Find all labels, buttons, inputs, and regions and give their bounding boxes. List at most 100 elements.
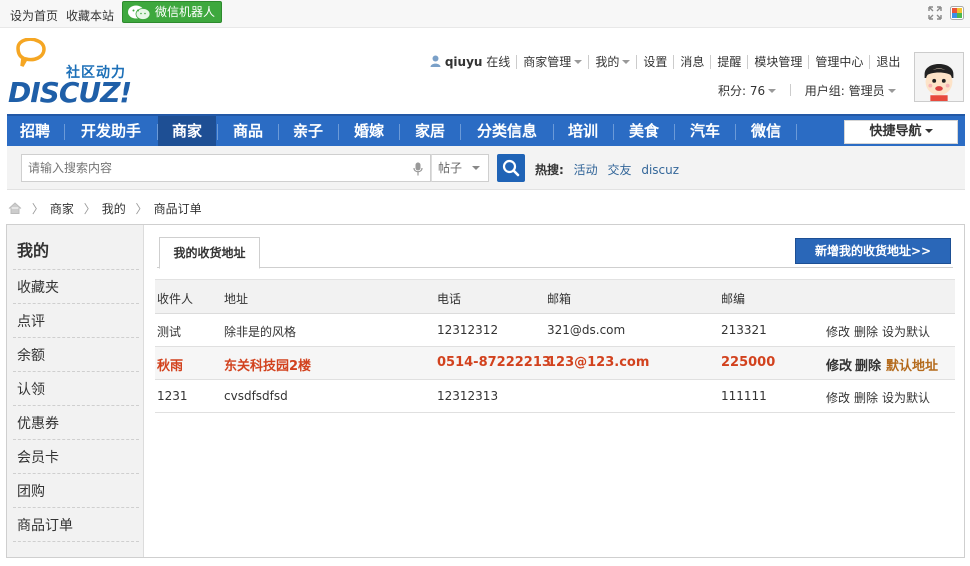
set-default-link[interactable]: 设为默认 bbox=[882, 323, 930, 340]
sidebar-item-product-orders[interactable]: 商品订单 bbox=[17, 515, 73, 535]
add-address-button[interactable]: 新增我的收货地址>> bbox=[795, 238, 951, 264]
sidebar: 我的 收藏夹 点评 余额 认领 优惠券 会员卡 团购 商品订单 bbox=[7, 225, 144, 557]
nav-item-products[interactable]: 商品 bbox=[218, 116, 278, 146]
wechat-icon bbox=[128, 5, 151, 20]
divider bbox=[789, 84, 791, 96]
chevron-down-icon bbox=[887, 89, 896, 93]
table-header: 收件人 地址 电话 邮箱 邮编 bbox=[155, 279, 955, 314]
divider bbox=[796, 124, 797, 140]
nav-item-classifieds[interactable]: 分类信息 bbox=[461, 116, 553, 146]
online-status: 在线 bbox=[486, 55, 511, 69]
divider bbox=[13, 269, 139, 270]
nav-item-food[interactable]: 美食 bbox=[614, 116, 674, 146]
hot-word-dating[interactable]: 交友 bbox=[607, 163, 631, 177]
row-email: 123@123.com bbox=[547, 355, 650, 370]
menu-messages[interactable]: 消息 bbox=[673, 55, 710, 69]
table-row: 测试 除非是的风格 12312312 321@ds.com 213321 修改 … bbox=[155, 314, 955, 347]
breadcrumb-separator: 〉 bbox=[135, 202, 148, 216]
set-default-link[interactable]: 设为默认 bbox=[882, 389, 930, 406]
row-phone: 0514-87222213 bbox=[437, 355, 551, 370]
bookmark-link[interactable]: 收藏本站 bbox=[66, 7, 114, 24]
breadcrumb-orders[interactable]: 商品订单 bbox=[154, 202, 202, 216]
user-info-bar: 积分: 76 用户组: 管理员 bbox=[718, 82, 896, 99]
edit-link[interactable]: 修改 bbox=[826, 355, 852, 374]
table-row: 秋雨 东关科技园2楼 0514-87222213 123@123.com 225… bbox=[155, 347, 955, 380]
row-phone: 12312312 bbox=[437, 323, 499, 337]
edit-link[interactable]: 修改 bbox=[826, 323, 850, 340]
wechat-robot-button[interactable]: 微信机器人 bbox=[122, 1, 222, 23]
nav-item-parenting[interactable]: 亲子 bbox=[279, 116, 337, 146]
nav-item-wechat[interactable]: 微信 bbox=[736, 116, 796, 146]
points-menu[interactable]: 积分: 76 bbox=[718, 84, 777, 98]
user-icon bbox=[430, 55, 441, 67]
hot-search: 热搜: 活动 交友 discuz bbox=[535, 161, 679, 178]
row-zip: 111111 bbox=[721, 389, 767, 403]
delete-link[interactable]: 删除 bbox=[854, 323, 878, 340]
sidebar-item-claim[interactable]: 认领 bbox=[17, 379, 45, 399]
hot-word-discuz[interactable]: discuz bbox=[641, 163, 679, 177]
user-status[interactable]: qiuyu 在线 bbox=[430, 55, 516, 69]
nav-item-training[interactable]: 培训 bbox=[554, 116, 612, 146]
delete-link[interactable]: 删除 bbox=[855, 355, 881, 374]
breadcrumb-merchants[interactable]: 商家 bbox=[50, 202, 74, 216]
breadcrumb-mine[interactable]: 我的 bbox=[102, 202, 126, 216]
search-input[interactable] bbox=[21, 154, 431, 182]
menu-reminders[interactable]: 提醒 bbox=[710, 55, 747, 69]
search-icon bbox=[502, 159, 520, 177]
sidebar-title: 我的 bbox=[17, 241, 50, 260]
nav-item-auto[interactable]: 汽车 bbox=[675, 116, 735, 146]
row-address: 除非是的风格 bbox=[224, 325, 297, 339]
search-button[interactable] bbox=[497, 154, 525, 182]
microphone-icon[interactable] bbox=[413, 162, 423, 176]
row-zip: 213321 bbox=[721, 323, 767, 337]
column-header-phone: 电话 bbox=[437, 292, 462, 306]
sidebar-item-coupons[interactable]: 优惠券 bbox=[17, 413, 59, 433]
row-recipient: 测试 bbox=[157, 325, 182, 339]
row-zip: 225000 bbox=[721, 355, 776, 370]
sidebar-item-member-card[interactable]: 会员卡 bbox=[17, 447, 59, 467]
fullscreen-icon[interactable] bbox=[928, 6, 942, 20]
nav-item-merchants[interactable]: 商家 bbox=[158, 116, 216, 146]
menu-module-manage[interactable]: 模块管理 bbox=[747, 55, 808, 69]
tab-shipping-address[interactable]: 我的收货地址 bbox=[159, 237, 260, 269]
hot-search-label: 热搜: bbox=[535, 163, 564, 177]
nav-item-jobs[interactable]: 招聘 bbox=[7, 116, 63, 146]
divider bbox=[13, 337, 139, 338]
menu-settings[interactable]: 设置 bbox=[636, 55, 673, 69]
user-group-menu[interactable]: 用户组: 管理员 bbox=[805, 84, 896, 98]
row-address: 东关科技园2楼 bbox=[224, 359, 312, 374]
top-toolbar: 设为首页 收藏本站 微信机器人 bbox=[0, 0, 970, 28]
nav-item-dev-assistant[interactable]: 开发助手 bbox=[65, 116, 157, 146]
tab-bar-line bbox=[157, 267, 953, 268]
sidebar-item-group-buy[interactable]: 团购 bbox=[17, 481, 45, 501]
username: qiuyu bbox=[444, 55, 483, 69]
edit-link[interactable]: 修改 bbox=[826, 389, 850, 406]
avatar[interactable] bbox=[914, 52, 964, 102]
quick-nav-button[interactable]: 快捷导航 bbox=[844, 120, 958, 144]
hot-word-activity[interactable]: 活动 bbox=[574, 163, 598, 177]
menu-merchant-manage[interactable]: 商家管理 bbox=[516, 55, 588, 69]
sidebar-item-favorites[interactable]: 收藏夹 bbox=[17, 277, 59, 297]
row-address: cvsdfsdfsd bbox=[224, 389, 288, 403]
chevron-down-icon bbox=[924, 129, 933, 133]
nav-item-home[interactable]: 家居 bbox=[400, 116, 460, 146]
divider bbox=[13, 541, 139, 542]
sidebar-item-reviews[interactable]: 点评 bbox=[17, 311, 45, 331]
color-theme-icon[interactable] bbox=[950, 6, 964, 20]
user-menu-bar: qiuyu 在线 商家管理 我的 设置 消息 提醒 模块管理 管理中心 退出 bbox=[430, 55, 906, 71]
menu-admin-center[interactable]: 管理中心 bbox=[808, 55, 869, 69]
set-home-link[interactable]: 设为首页 bbox=[10, 7, 58, 24]
row-recipient: 1231 bbox=[157, 389, 188, 403]
menu-logout[interactable]: 退出 bbox=[869, 55, 906, 69]
row-email: 321@ds.com bbox=[547, 323, 626, 337]
home-icon[interactable] bbox=[8, 202, 22, 214]
search-type-select[interactable]: 帖子 bbox=[431, 154, 489, 182]
nav-item-wedding[interactable]: 婚嫁 bbox=[339, 116, 399, 146]
menu-mine[interactable]: 我的 bbox=[588, 55, 636, 69]
default-address-badge: 默认地址 bbox=[886, 359, 939, 374]
column-header-address: 地址 bbox=[224, 292, 249, 306]
sidebar-item-balance[interactable]: 余额 bbox=[17, 345, 45, 365]
row-recipient: 秋雨 bbox=[157, 359, 184, 374]
chevron-down-icon bbox=[574, 60, 583, 64]
delete-link[interactable]: 删除 bbox=[854, 389, 878, 406]
